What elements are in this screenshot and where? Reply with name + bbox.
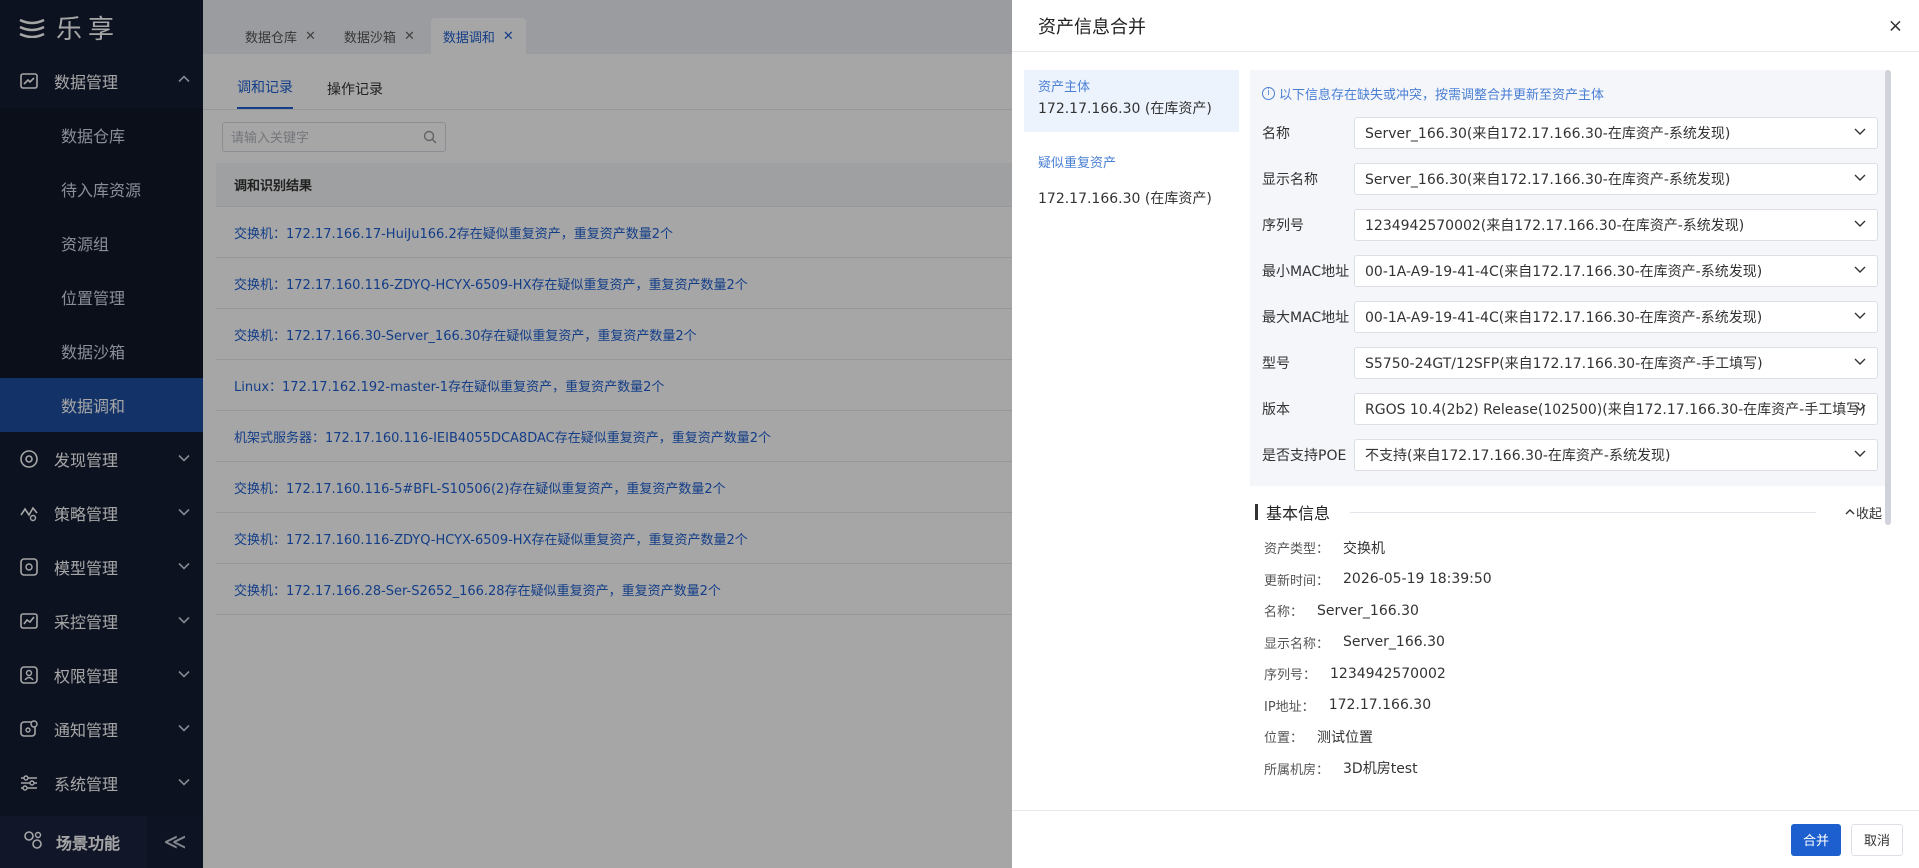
info-key: IP地址： [1264,699,1315,715]
field-label: 最小MAC地址 [1262,264,1350,280]
field-serial: 序列号 1234942570002(来自172.17.166.30-在库资产-系… [1262,202,1878,248]
merge-drawer: 资产信息合并 × 资产主体 172.17.166.30 (在库资产) 疑似重复资… [1012,0,1919,868]
asset-list: 资产主体 172.17.166.30 (在库资产) 疑似重复资产 172.17.… [1024,70,1239,218]
info-value: 172.17.166.30 [1328,697,1432,714]
field-max-mac: 最大MAC地址 00-1A-A9-19-41-4C(来自172.17.166.3… [1262,294,1878,340]
merge-tip: i 以下信息存在缺失或冲突，按需调整合并更新至资产主体 [1262,80,1878,106]
basic-info-list: 资产类型： 交换机 更新时间： 2026-05-19 18:39:50 名称： Ser… [1250,532,1902,784]
drawer-title: 资产信息合并 [1038,16,1146,38]
info-value: 2026-05-19 18:39:50 [1343,571,1492,588]
info-value: Server_166.30 [1317,602,1419,619]
info-key: 序列号： [1264,668,1317,684]
select-value: 1234942570002(来自172.17.166.30-在库资产-系统发现) [1365,218,1745,234]
collapse-section-button[interactable]: 收起 [1844,503,1882,522]
info-row: 位置： 测试位置 [1264,721,1902,753]
merge-fields-box: i 以下信息存在缺失或冲突，按需调整合并更新至资产主体 名称 Server_16… [1250,70,1890,486]
info-value: Server_166.30 [1343,634,1445,651]
info-key: 所属机房： [1264,762,1330,778]
section-title: 基本信息 [1266,504,1331,523]
chevron-up-icon [1845,509,1855,515]
info-key: 名称： [1264,605,1304,621]
chevron-down-icon [1853,400,1867,418]
select-value: RGOS 10.4(2b2) Release(102500)(来自172.17.… [1365,402,1866,418]
merge-panel: i 以下信息存在缺失或冲突，按需调整合并更新至资产主体 名称 Server_16… [1250,70,1902,790]
field-select[interactable]: 00-1A-A9-19-41-4C(来自172.17.166.30-在库资产-系… [1354,301,1878,333]
field-label: 最大MAC地址 [1262,310,1350,326]
merge-button[interactable]: 合并 [1790,823,1841,856]
info-key: 更新时间： [1264,573,1330,589]
chevron-down-icon [1853,124,1867,142]
chevron-down-icon [1853,308,1867,326]
drawer-header: 资产信息合并 × [1012,0,1919,52]
info-icon: i [1262,86,1275,100]
info-value: 1234942570002 [1330,665,1446,682]
select-value: 00-1A-A9-19-41-4C(来自172.17.166.30-在库资产-系… [1365,310,1763,326]
field-label: 是否支持POE [1262,448,1347,464]
basic-info-header: 基本信息 收起 [1250,498,1890,526]
info-row: 名称： Server_166.30 [1264,595,1902,627]
field-label: 版本 [1262,402,1290,418]
field-label: 型号 [1262,356,1290,372]
cancel-button[interactable]: 取消 [1850,823,1903,856]
field-min-mac: 最小MAC地址 00-1A-A9-19-41-4C(来自172.17.166.3… [1262,248,1878,294]
field-label: 名称 [1262,126,1290,142]
collapse-label: 收起 [1855,506,1882,522]
select-value: Server_166.30(来自172.17.166.30-在库资产-系统发现) [1365,126,1731,142]
select-value: 不支持(来自172.17.166.30-在库资产-系统发现) [1365,448,1671,464]
info-row: 更新时间： 2026-05-19 18:39:50 [1264,564,1902,596]
field-poe: 是否支持POE 不支持(来自172.17.166.30-在库资产-系统发现) [1262,432,1878,478]
chevron-down-icon [1853,216,1867,234]
field-name: 名称 Server_166.30(来自172.17.166.30-在库资产-系统… [1262,110,1878,156]
field-select[interactable]: 1234942570002(来自172.17.166.30-在库资产-系统发现) [1354,209,1878,241]
field-select[interactable]: 00-1A-A9-19-41-4C(来自172.17.166.30-在库资产-系… [1354,255,1878,287]
drawer-scrollbar[interactable] [1885,70,1891,525]
info-row: 序列号： 1234942570002 [1264,658,1902,690]
chevron-down-icon [1853,262,1867,280]
modal-overlay[interactable] [0,0,1012,868]
info-value: 测试位置 [1317,729,1374,746]
field-select[interactable]: 不支持(来自172.17.166.30-在库资产-系统发现) [1354,439,1878,471]
info-value: 3D机房test [1343,761,1418,778]
asset-duplicate-item[interactable]: 疑似重复资产 172.17.166.30 (在库资产) [1024,146,1239,218]
drawer-footer: 合并 取消 [1012,810,1919,868]
field-select[interactable]: S5750-24GT/12SFP(来自172.17.166.30-在库资产-手工… [1354,347,1878,379]
asset-primary-item[interactable]: 资产主体 172.17.166.30 (在库资产) [1024,70,1239,132]
chevron-down-icon [1853,170,1867,188]
section-divider [1350,511,1816,513]
info-row: IP地址： 172.17.166.30 [1264,690,1902,722]
section-marker [1255,504,1258,520]
field-display-name: 显示名称 Server_166.30(来自172.17.166.30-在库资产-… [1262,156,1878,202]
asset-duplicate-value: 172.17.166.30 (在库资产) [1038,191,1212,207]
select-value: S5750-24GT/12SFP(来自172.17.166.30-在库资产-手工… [1365,356,1763,372]
asset-primary-value: 172.17.166.30 (在库资产) [1038,101,1212,117]
info-key: 显示名称： [1264,636,1330,652]
field-select[interactable]: RGOS 10.4(2b2) Release(102500)(来自172.17.… [1354,393,1878,425]
info-row: 显示名称： Server_166.30 [1264,627,1902,659]
field-select[interactable]: Server_166.30(来自172.17.166.30-在库资产-系统发现) [1354,163,1878,195]
select-value: 00-1A-A9-19-41-4C(来自172.17.166.30-在库资产-系… [1365,264,1763,280]
field-select[interactable]: Server_166.30(来自172.17.166.30-在库资产-系统发现) [1354,117,1878,149]
info-row: 资产类型： 交换机 [1264,532,1902,564]
info-key: 资产类型： [1264,542,1330,558]
tip-text: 以下信息存在缺失或冲突，按需调整合并更新至资产主体 [1279,87,1605,103]
info-row: 所属机房： 3D机房test [1264,753,1902,785]
field-model: 型号 S5750-24GT/12SFP(来自172.17.166.30-在库资产… [1262,340,1878,386]
chevron-down-icon [1853,446,1867,464]
select-value: Server_166.30(来自172.17.166.30-在库资产-系统发现) [1365,172,1731,188]
info-value: 交换机 [1343,540,1386,557]
field-label: 序列号 [1262,218,1304,234]
field-version: 版本 RGOS 10.4(2b2) Release(102500)(来自172.… [1262,386,1878,432]
asset-duplicate-label: 疑似重复资产 [1038,156,1117,171]
close-icon[interactable]: × [1888,15,1903,36]
chevron-down-icon [1853,354,1867,372]
asset-primary-label: 资产主体 [1038,80,1091,95]
field-label: 显示名称 [1262,172,1318,188]
info-key: 位置： [1264,731,1304,747]
